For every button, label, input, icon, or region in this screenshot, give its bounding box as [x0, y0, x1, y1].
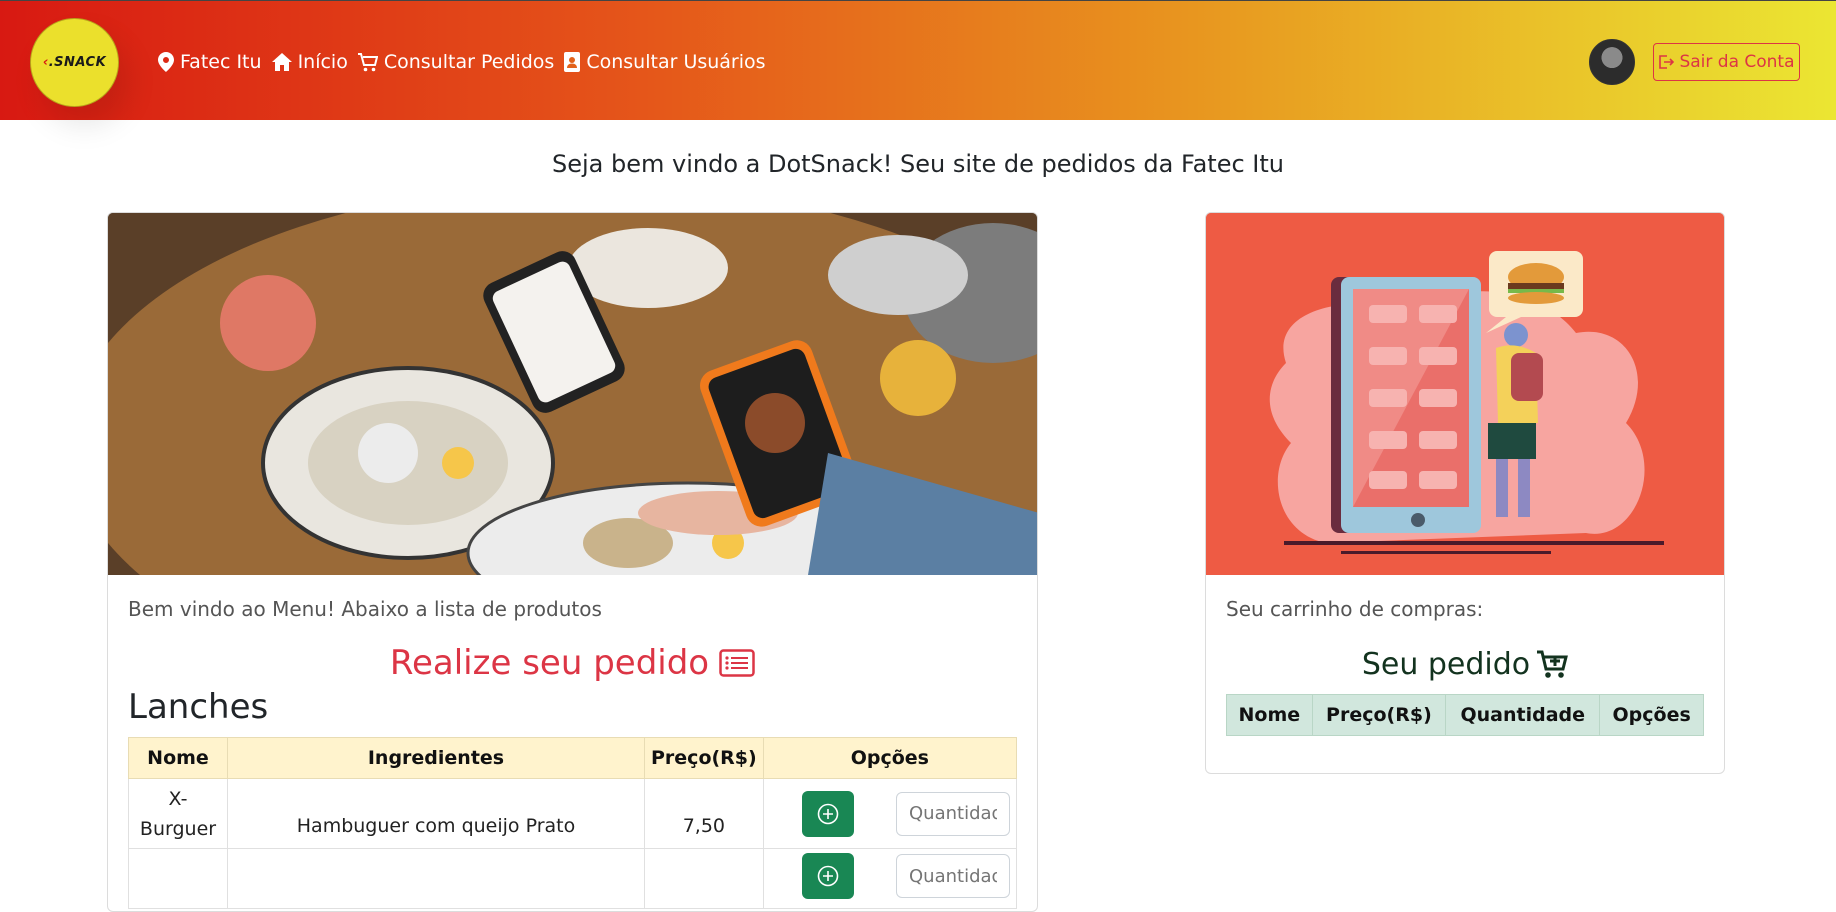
nav-links: Fatec Itu Início Consultar Pedidos Consu… [158, 51, 776, 73]
nav-item-inicio[interactable]: Início [271, 51, 348, 73]
cell-ingredientes: Hambuguer com queijo Prato [227, 778, 645, 849]
col-header-opcoes: Opções [762, 737, 1018, 779]
menu-heading: Realize seu pedido [128, 643, 1017, 683]
add-item-button[interactable] [801, 853, 854, 899]
menu-subtitle: Bem vindo ao Menu! Abaixo a lista de pro… [128, 597, 602, 621]
location-pin-icon [158, 52, 174, 72]
logout-icon [1659, 55, 1675, 69]
table-header-row: Nome Ingredientes Preço(R$) Opções [128, 737, 1018, 779]
cell-ingredientes [227, 848, 645, 909]
cell-opcoes [762, 848, 1018, 909]
nav-label: Fatec Itu [180, 51, 262, 73]
logout-button[interactable]: Sair da Conta [1653, 43, 1800, 81]
plus-circle-icon [817, 803, 839, 824]
nav-label: Consultar Usuários [586, 51, 766, 73]
table-row [128, 848, 1018, 909]
col-header-opcoes: Opções [1599, 694, 1704, 736]
cart-table: Nome Preço(R$) Quantidade Opções [1226, 694, 1704, 736]
table-row: X-Burguer Hambuguer com queijo Prato 7,5… [128, 778, 1018, 849]
food-photo-illustration [108, 213, 1037, 575]
quantity-input[interactable] [896, 791, 1010, 836]
col-header-preco: Preço(R$) [1311, 694, 1447, 736]
hero-food-image [108, 213, 1037, 575]
avatar[interactable] [1589, 39, 1635, 85]
plus-circle-icon [817, 865, 839, 887]
cell-preco: 7,50 [644, 778, 764, 849]
col-header-preco: Preço(R$) [644, 737, 764, 779]
logo[interactable]: ‹.SNACK [30, 18, 119, 107]
cell-nome: X-Burguer [128, 778, 228, 849]
promo-illustration [1206, 213, 1724, 575]
menu-card: Bem vindo ao Menu! Abaixo a lista de pro… [107, 212, 1038, 912]
nav-label: Consultar Pedidos [383, 51, 555, 73]
cart-icon [357, 52, 378, 71]
cart-plus-icon [1537, 650, 1569, 678]
nav-item-consultar-pedidos[interactable]: Consultar Pedidos [357, 51, 555, 73]
nav-item-consultar-usuarios[interactable]: Consultar Usuários [564, 51, 766, 73]
section-title-lanches: Lanches [128, 687, 269, 727]
nav-item-fatec-itu[interactable]: Fatec Itu [158, 51, 262, 73]
logo-text: ‹.SNACK [42, 55, 107, 70]
navbar: ‹.SNACK Fatec Itu Início Consultar Pedid… [0, 0, 1836, 120]
add-item-button[interactable] [801, 790, 854, 837]
page-title: Seja bem vindo a DotSnack! Seu site de p… [551, 150, 1285, 178]
phone-order-illustration [1206, 213, 1724, 575]
cart-heading-text: Seu pedido [1361, 647, 1531, 682]
cart-subtitle: Seu carrinho de compras: [1226, 597, 1484, 621]
cart-heading: Seu pedido [1226, 647, 1704, 682]
col-header-quantidade: Quantidade [1445, 694, 1601, 736]
quantity-input[interactable] [896, 854, 1010, 898]
col-header-ingredientes: Ingredientes [227, 737, 645, 779]
table-header-row: Nome Preço(R$) Quantidade Opções [1226, 694, 1704, 736]
products-table: Nome Ingredientes Preço(R$) Opções X-Bur… [128, 737, 1018, 909]
cell-nome [128, 848, 228, 909]
col-header-nome: Nome [128, 737, 228, 779]
logout-label: Sair da Conta [1679, 52, 1795, 72]
col-header-nome: Nome [1226, 694, 1313, 736]
home-icon [271, 53, 292, 71]
cart-card: Seu carrinho de compras: Seu pedido Nome… [1205, 212, 1725, 774]
cell-preco [644, 848, 764, 909]
list-icon [719, 649, 755, 677]
user-badge-icon [564, 52, 581, 72]
menu-heading-text: Realize seu pedido [389, 643, 710, 683]
nav-label: Início [297, 51, 348, 73]
cell-opcoes [762, 778, 1018, 849]
